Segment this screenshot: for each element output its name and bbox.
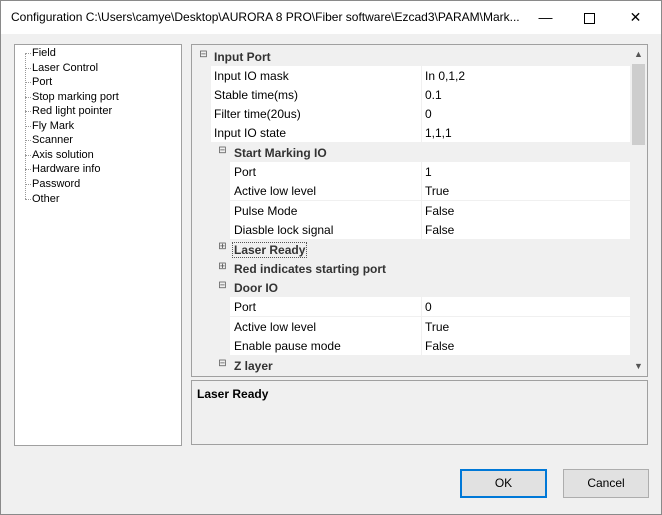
- property-value[interactable]: False: [425, 204, 454, 218]
- property-row[interactable]: Diasble lock signal False: [192, 220, 631, 240]
- tree-item-hardware-info[interactable]: Hardware info: [32, 162, 100, 176]
- configuration-dialog: Configuration C:\Users\camye\Desktop\AUR…: [0, 0, 662, 515]
- property-row[interactable]: Port 0: [192, 297, 631, 317]
- tree-item-port[interactable]: Port: [32, 75, 52, 89]
- category-label: Input Port: [214, 50, 271, 64]
- property-name: Pulse Mode: [234, 204, 298, 218]
- tree-item-field[interactable]: Field: [32, 46, 56, 60]
- category-label: Start Marking IO: [234, 146, 327, 160]
- property-value[interactable]: False: [425, 223, 454, 237]
- tree-connector: [25, 169, 31, 170]
- tree-connector: [25, 111, 31, 112]
- property-value[interactable]: True: [425, 184, 449, 198]
- tree-connector: [25, 68, 31, 69]
- window-title: Configuration C:\Users\camye\Desktop\AUR…: [11, 10, 520, 24]
- property-value[interactable]: 0: [425, 107, 432, 121]
- collapse-icon[interactable]: ⊟: [218, 359, 227, 369]
- property-value[interactable]: 1: [425, 165, 432, 179]
- category-door-io[interactable]: ⊟ Door IO: [192, 278, 630, 297]
- collapse-icon[interactable]: ⊟: [218, 146, 227, 156]
- tree-item-fly-mark[interactable]: Fly Mark: [32, 119, 74, 133]
- tree-connector: [25, 184, 31, 185]
- property-row[interactable]: Input IO state 1,1,1: [192, 123, 631, 143]
- category-label: Z layer: [234, 359, 273, 373]
- tree-item-scanner[interactable]: Scanner: [32, 133, 73, 147]
- property-name: Active low level: [234, 184, 317, 198]
- property-name: Active low level: [234, 320, 317, 334]
- tree-item-laser-control[interactable]: Laser Control: [32, 61, 98, 75]
- category-input-port[interactable]: ⊟ Input Port: [192, 47, 630, 66]
- property-name: Enable pause mode: [234, 339, 341, 353]
- property-value[interactable]: 0.1: [425, 88, 442, 102]
- tree-item-axis-solution[interactable]: Axis solution: [32, 148, 94, 162]
- vertical-scrollbar[interactable]: ▲ ▼: [630, 45, 647, 376]
- property-row[interactable]: Filter time(20us) 0: [192, 104, 631, 124]
- property-row[interactable]: Active low level True: [192, 181, 631, 201]
- expand-icon[interactable]: ⊞: [218, 242, 227, 252]
- category-z-layer[interactable]: ⊟ Z layer: [192, 356, 630, 375]
- category-start-marking-io[interactable]: ⊟ Start Marking IO: [192, 143, 630, 162]
- property-name: Port: [234, 165, 257, 179]
- category-label: Red indicates starting port: [234, 262, 387, 276]
- cancel-button[interactable]: Cancel: [563, 469, 649, 498]
- property-name: Port: [234, 300, 257, 314]
- maximize-button[interactable]: [567, 1, 612, 34]
- collapse-icon[interactable]: ⊟: [218, 281, 227, 291]
- tree-item-password[interactable]: Password: [32, 177, 80, 191]
- property-value[interactable]: False: [425, 339, 454, 353]
- tree-connector: [25, 199, 31, 200]
- scroll-down-arrow-icon[interactable]: ▼: [630, 358, 647, 375]
- category-red-indicates-starting-port[interactable]: ⊞ Red indicates starting port: [192, 259, 630, 278]
- minimize-button[interactable]: —: [523, 1, 568, 34]
- property-name: Input IO mask: [214, 69, 289, 83]
- property-value[interactable]: True: [425, 320, 449, 334]
- property-row[interactable]: Input IO mask In 0,1,2: [192, 66, 631, 86]
- category-laser-ready[interactable]: ⊞ Laser Ready: [192, 239, 630, 258]
- property-row[interactable]: Pulse Mode False: [192, 201, 631, 221]
- property-name: Filter time(20us): [214, 107, 301, 121]
- property-row[interactable]: Enable pause mode False: [192, 336, 631, 356]
- tree-connector: [25, 140, 31, 141]
- tree-item-red-light-pointer[interactable]: Red light pointer: [32, 104, 112, 118]
- ok-button[interactable]: OK: [460, 469, 547, 498]
- property-grid[interactable]: ⊟ Input Port Input IO mask In 0,1,2 Stab…: [191, 44, 648, 377]
- tree-connector: [25, 97, 31, 98]
- scroll-up-arrow-icon[interactable]: ▲: [630, 46, 647, 63]
- property-value[interactable]: 0: [425, 300, 432, 314]
- property-row[interactable]: Stable time(ms) 0.1: [192, 85, 631, 105]
- property-name: Input IO state: [214, 126, 287, 140]
- expand-icon[interactable]: ⊞: [218, 262, 227, 272]
- maximize-icon: [584, 12, 595, 24]
- tree-item-other[interactable]: Other: [32, 192, 60, 206]
- description-panel: Laser Ready: [191, 380, 648, 445]
- scroll-thumb[interactable]: [632, 64, 645, 145]
- property-row[interactable]: Port 1: [192, 162, 631, 182]
- category-label: Door IO: [234, 281, 278, 295]
- property-value[interactable]: 1,1,1: [425, 126, 452, 140]
- tree-connector: [25, 82, 31, 83]
- tree-connector: [25, 53, 31, 54]
- close-button[interactable]: ✕: [613, 1, 658, 34]
- property-row[interactable]: Active low level True: [192, 317, 631, 337]
- tree-connector: [25, 126, 31, 127]
- title-bar: Configuration C:\Users\camye\Desktop\AUR…: [1, 1, 661, 34]
- tree-item-stop-marking-port[interactable]: Stop marking port: [32, 90, 119, 104]
- property-name: Diasble lock signal: [234, 223, 334, 237]
- category-label: Laser Ready: [232, 242, 308, 258]
- collapse-icon[interactable]: ⊟: [199, 50, 208, 60]
- property-name: Stable time(ms): [214, 88, 299, 102]
- category-tree[interactable]: Field Laser Control Port Stop marking po…: [14, 44, 182, 446]
- property-value[interactable]: In 0,1,2: [425, 69, 465, 83]
- tree-connector: [25, 155, 31, 156]
- description-title: Laser Ready: [197, 387, 269, 401]
